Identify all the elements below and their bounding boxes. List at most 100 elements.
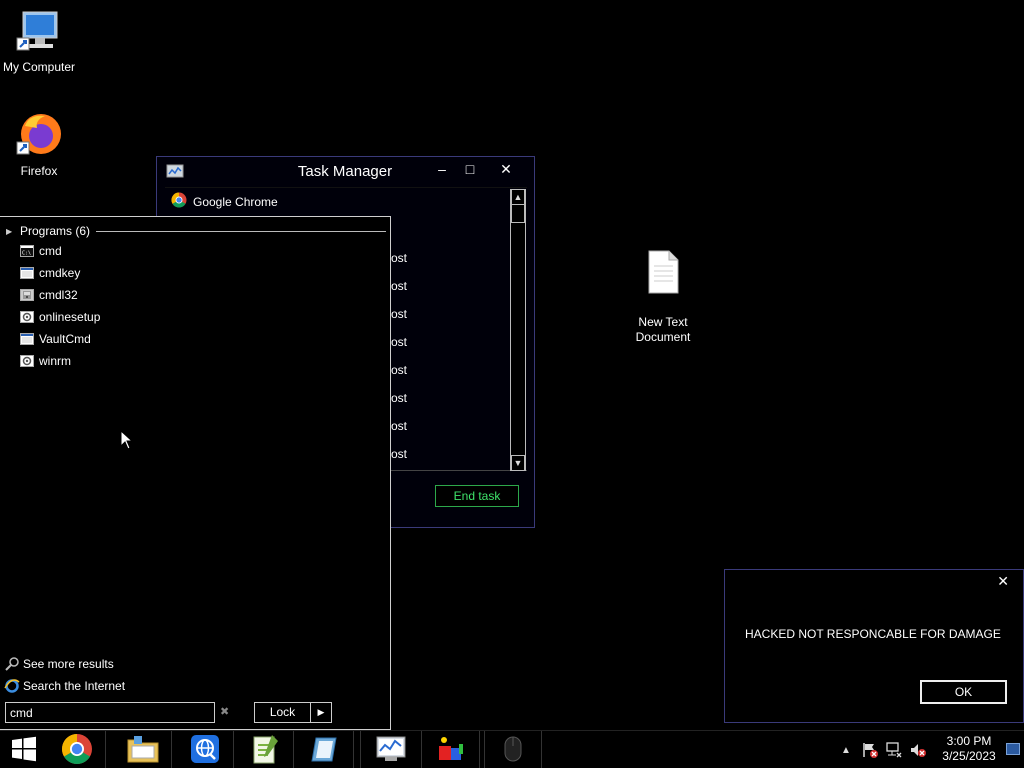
taskbar-network-app[interactable] bbox=[176, 731, 234, 768]
see-more-label: See more results bbox=[23, 657, 114, 671]
windows-logo-icon bbox=[11, 736, 37, 765]
chrome-icon bbox=[171, 192, 187, 214]
task-row[interactable]: Google Chrome bbox=[171, 192, 278, 212]
task-manager-titlebar[interactable]: Task Manager – □ ✕ bbox=[157, 157, 534, 187]
console-icon: C:\ bbox=[20, 245, 34, 257]
task-row-label: ost bbox=[391, 251, 408, 265]
lock-button[interactable]: Lock bbox=[254, 702, 310, 723]
volume-muted-icon[interactable] bbox=[908, 731, 928, 768]
folder-icon bbox=[126, 734, 160, 767]
task-row[interactable]: ost bbox=[391, 388, 407, 408]
task-row-label: ost bbox=[391, 447, 408, 461]
task-row-label: ost bbox=[391, 279, 408, 293]
taskbar-malware-app[interactable] bbox=[422, 731, 480, 768]
task-list-scrollbar[interactable]: ▲ ▼ bbox=[510, 189, 526, 471]
gear-icon bbox=[20, 355, 34, 367]
programs-group-label: Programs (6) bbox=[20, 224, 91, 238]
scroll-up-arrow-icon[interactable]: ▲ bbox=[511, 189, 525, 205]
application-window-icon bbox=[20, 267, 34, 279]
shutdown-options-arrow-icon[interactable]: ▶ bbox=[310, 702, 332, 723]
clock-time: 3:00 PM bbox=[946, 734, 992, 748]
dialog-message: HACKED NOT RESPONCABLE FOR DAMAGE bbox=[745, 627, 1001, 641]
ok-button[interactable]: OK bbox=[920, 680, 1007, 704]
dialog-close-button[interactable]: ✕ bbox=[997, 573, 1009, 590]
desktop-icon-label: New Text Document bbox=[635, 315, 691, 344]
end-task-button[interactable]: End task bbox=[435, 485, 519, 507]
program-result-cmdkey[interactable]: cmdkey bbox=[20, 263, 80, 283]
desktop-icon-new-text-document[interactable]: New Text Document bbox=[623, 220, 703, 345]
task-row[interactable]: ost bbox=[391, 248, 407, 268]
system-clock[interactable]: 3:00 PM 3/25/2023 bbox=[934, 734, 1004, 764]
taskbar-task-manager[interactable] bbox=[360, 731, 422, 768]
start-button[interactable] bbox=[0, 731, 48, 768]
task-row-label: ost bbox=[391, 419, 408, 433]
desktop-icon-label: My Computer bbox=[2, 60, 76, 74]
notebook-icon bbox=[310, 734, 340, 767]
program-result-onlinesetup[interactable]: onlinesetup bbox=[20, 307, 100, 327]
magnifier-icon bbox=[4, 656, 20, 672]
taskbar-mouse-app[interactable] bbox=[484, 731, 542, 768]
program-label: onlinesetup bbox=[39, 310, 101, 324]
notepad-plus-plus-icon bbox=[250, 733, 280, 768]
task-manager-icon bbox=[375, 735, 407, 766]
desktop-icon-firefox[interactable]: Firefox bbox=[0, 110, 79, 179]
taskbar-notepadpp[interactable] bbox=[236, 731, 294, 768]
desktop-icon-my-computer[interactable]: My Computer bbox=[0, 10, 79, 75]
minimize-button[interactable]: – bbox=[428, 159, 456, 181]
programs-group-header[interactable]: ▶ Programs (6) bbox=[6, 221, 386, 241]
see-more-results-link[interactable]: See more results bbox=[4, 654, 114, 674]
group-divider bbox=[96, 230, 386, 232]
mouse-cursor-icon bbox=[120, 429, 134, 453]
expand-triangle-icon: ▶ bbox=[6, 226, 13, 236]
text-document-icon bbox=[623, 235, 703, 298]
hacked-message-dialog: ✕ HACKED NOT RESPONCABLE FOR DAMAGE OK bbox=[724, 569, 1024, 723]
program-label: cmdkey bbox=[39, 266, 81, 280]
start-menu-search-panel: ▶ Programs (6) C:\ cmd cmdkey cmdl32 onl… bbox=[0, 216, 391, 730]
program-result-cmdl32[interactable]: cmdl32 bbox=[20, 285, 78, 305]
chrome-icon bbox=[61, 733, 93, 768]
start-search-input[interactable] bbox=[5, 702, 215, 723]
mouse-icon bbox=[503, 735, 523, 766]
search-internet-link[interactable]: Search the Internet bbox=[4, 676, 125, 696]
program-result-vaultcmd[interactable]: VaultCmd bbox=[20, 329, 91, 349]
task-row[interactable]: ost bbox=[391, 276, 407, 296]
globe-app-icon bbox=[190, 734, 220, 767]
svg-text:C:\: C:\ bbox=[22, 251, 31, 257]
show-desktop-button[interactable] bbox=[1006, 743, 1020, 755]
clear-search-icon[interactable]: ✖ bbox=[220, 706, 232, 718]
task-row[interactable]: ost bbox=[391, 360, 407, 380]
taskbar-chrome[interactable] bbox=[48, 731, 106, 768]
internet-explorer-icon bbox=[4, 678, 20, 694]
computer-icon bbox=[0, 10, 79, 58]
task-row-label: ost bbox=[391, 307, 408, 321]
application-window-icon bbox=[20, 333, 34, 345]
clock-date: 3/25/2023 bbox=[942, 749, 996, 763]
task-row[interactable]: ost bbox=[391, 332, 407, 352]
program-label: cmd bbox=[39, 244, 62, 258]
task-row-label: ost bbox=[391, 335, 408, 349]
program-label: cmdl32 bbox=[39, 288, 78, 302]
scroll-thumb[interactable] bbox=[511, 205, 525, 223]
action-center-flag-icon[interactable] bbox=[860, 731, 880, 768]
search-internet-label: Search the Internet bbox=[23, 679, 126, 693]
firefox-icon bbox=[0, 110, 79, 162]
program-label: winrm bbox=[39, 354, 71, 368]
program-result-cmd[interactable]: C:\ cmd bbox=[20, 241, 62, 261]
task-row-label: ost bbox=[391, 363, 408, 377]
program-label: VaultCmd bbox=[39, 332, 91, 346]
task-row[interactable]: ost bbox=[391, 416, 407, 436]
close-button[interactable]: ✕ bbox=[492, 159, 520, 181]
taskbar-wordpad[interactable] bbox=[296, 731, 354, 768]
show-hidden-icons-button[interactable]: ▲ bbox=[838, 731, 854, 768]
network-icon[interactable] bbox=[884, 731, 904, 768]
task-row-label: ost bbox=[391, 391, 408, 405]
taskbar: ▲ 3:00 PM 3/25/2023 bbox=[0, 730, 1024, 768]
maximize-button[interactable]: □ bbox=[456, 159, 484, 181]
program-result-winrm[interactable]: winrm bbox=[20, 351, 71, 371]
task-row-label: Google Chrome bbox=[193, 195, 278, 210]
desktop-icon-label: Firefox bbox=[20, 164, 58, 178]
scroll-down-arrow-icon[interactable]: ▼ bbox=[511, 455, 525, 471]
taskbar-file-explorer[interactable] bbox=[114, 731, 172, 768]
task-row[interactable]: ost bbox=[391, 304, 407, 324]
task-row[interactable]: ost bbox=[391, 444, 407, 464]
